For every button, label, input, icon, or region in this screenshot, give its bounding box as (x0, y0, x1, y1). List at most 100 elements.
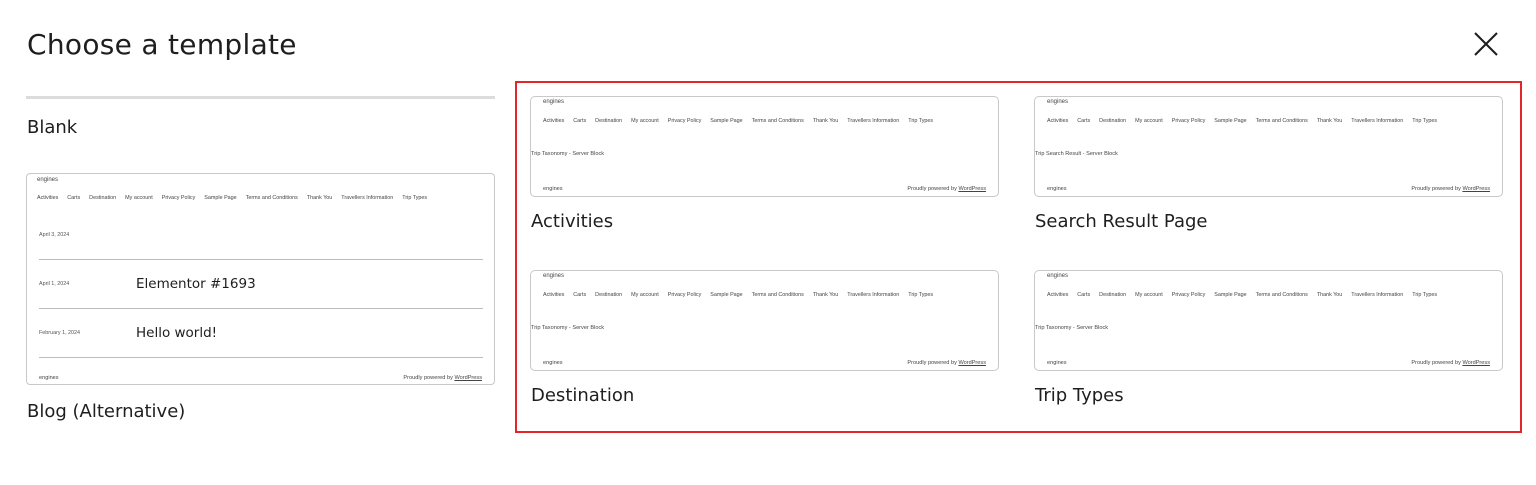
preview-divider (39, 308, 483, 309)
preview-footer-credit: Proudly powered by WordPress (1411, 360, 1490, 366)
preview-nav-item: Travellers Information (1351, 292, 1404, 298)
blank-preview[interactable] (26, 96, 495, 99)
preview-nav-item: Thank You (812, 118, 839, 124)
preview-nav-item: Travellers Information (1351, 118, 1404, 124)
preview-nav-item: Sample Page (710, 118, 743, 124)
preview-footer-powered: Proudly powered by (1411, 360, 1461, 366)
preview-nav-item: Trip Types (1412, 118, 1438, 124)
preview-nav-item: Destination (89, 195, 117, 201)
preview-divider (39, 357, 483, 358)
preview-nav-item: Trip Types (1412, 292, 1438, 298)
template-preview-search-result-page[interactable]: engines Activities Carts Destination My … (1034, 96, 1503, 197)
template-label-activities: Activities (531, 211, 614, 232)
preview-nav-item: Privacy Policy (161, 195, 196, 201)
close-icon (1474, 32, 1498, 56)
template-preview-destination[interactable]: engines Activities Carts Destination My … (530, 270, 999, 371)
preview-nav-item: Activities (37, 195, 59, 201)
preview-nav-item: Terms and Conditions (751, 292, 804, 298)
preview-nav-item: Thank You (1316, 118, 1343, 124)
preview-body-text: Trip Taxonomy - Server Block (531, 151, 605, 157)
preview-nav-item: Terms and Conditions (1255, 292, 1308, 298)
preview-nav-item: Privacy Policy (1171, 292, 1206, 298)
template-preview-trip-types[interactable]: engines Activities Carts Destination My … (1034, 270, 1503, 371)
preview-footer-powered: Proudly powered by (907, 186, 957, 192)
preview-nav-item: Sample Page (204, 195, 237, 201)
preview-nav-item: Trip Types (908, 292, 934, 298)
preview-nav-item: Activities (543, 118, 565, 124)
template-label-trip-types: Trip Types (1035, 385, 1124, 406)
modal-title: Choose a template (27, 28, 297, 61)
preview-body-text: Trip Taxonomy - Server Block (1035, 325, 1109, 331)
preview-nav-item: Privacy Policy (667, 118, 702, 124)
template-label-search-result-page: Search Result Page (1035, 211, 1208, 232)
preview-nav-item: Privacy Policy (1171, 118, 1206, 124)
preview-nav-item: Carts (573, 292, 587, 298)
preview-nav: Activities Carts Destination My account … (37, 195, 427, 201)
preview-site-title: engines (1047, 99, 1069, 105)
preview-nav: Activities Carts Destination My account … (543, 292, 933, 298)
preview-footer-link: WordPress (958, 186, 986, 192)
preview-footer-credit: Proudly powered by WordPress (1411, 186, 1490, 192)
preview-nav: Activities Carts Destination My account … (1047, 292, 1437, 298)
preview-post-date: April 3, 2024 (39, 232, 70, 238)
preview-nav-item: Activities (1047, 118, 1069, 124)
preview-nav-item: Privacy Policy (667, 292, 702, 298)
preview-nav-item: Carts (67, 195, 81, 201)
preview-footer-site: engines (543, 186, 563, 192)
preview-nav-item: My account (1135, 292, 1163, 298)
preview-footer-powered: Proudly powered by (403, 375, 453, 381)
preview-post-title: Elementor #1693 (136, 276, 256, 292)
preview-nav-item: My account (631, 292, 659, 298)
preview-nav-item: Terms and Conditions (1255, 118, 1308, 124)
preview-nav-item: Sample Page (1214, 118, 1247, 124)
close-button[interactable] (1470, 28, 1502, 60)
preview-nav-item: Activities (543, 292, 565, 298)
preview-nav-item: Sample Page (1214, 292, 1247, 298)
preview-nav-item: My account (1135, 118, 1163, 124)
preview-nav-item: Terms and Conditions (245, 195, 298, 201)
preview-nav-item: Travellers Information (847, 292, 900, 298)
preview-nav-item: My account (125, 195, 153, 201)
template-label-blog: Blog (Alternative) (27, 401, 186, 422)
preview-body-text: Trip Taxonomy - Server Block (531, 325, 605, 331)
template-blank[interactable]: Blank (26, 96, 495, 138)
preview-nav-item: Destination (1099, 118, 1127, 124)
template-preview-blog[interactable]: engines Activities Carts Destination My … (26, 173, 495, 385)
preview-footer-link: WordPress (454, 375, 482, 381)
preview-nav-item: Activities (1047, 292, 1069, 298)
preview-nav: Activities Carts Destination My account … (543, 118, 933, 124)
preview-footer-powered: Proudly powered by (1411, 186, 1461, 192)
preview-nav-item: Thank You (812, 292, 839, 298)
preview-nav-item: Thank You (306, 195, 333, 201)
preview-footer-credit: Proudly powered by WordPress (907, 186, 986, 192)
preview-footer-site: engines (1047, 360, 1067, 366)
preview-post-title: Hello world! (136, 325, 218, 341)
template-preview-activities[interactable]: engines Activities Carts Destination My … (530, 96, 999, 197)
preview-divider (39, 259, 483, 260)
preview-body-text: Trip Search Result - Server Block (1035, 151, 1118, 157)
preview-footer-site: engines (543, 360, 563, 366)
preview-nav-item: Trip Types (908, 118, 934, 124)
preview-site-title: engines (37, 177, 59, 183)
preview-footer-credit: Proudly powered by WordPress (403, 375, 482, 381)
preview-nav-item: Trip Types (402, 195, 428, 201)
preview-footer-link: WordPress (1462, 360, 1490, 366)
preview-nav-item: Destination (595, 292, 623, 298)
preview-footer-powered: Proudly powered by (907, 360, 957, 366)
preview-site-title: engines (543, 99, 565, 105)
preview-site-title: engines (1047, 273, 1069, 279)
preview-nav-item: Destination (595, 118, 623, 124)
preview-nav-item: Carts (1077, 292, 1091, 298)
preview-nav-item: Destination (1099, 292, 1127, 298)
preview-nav-item: Travellers Information (341, 195, 394, 201)
preview-post-date: February 1, 2024 (39, 330, 81, 336)
preview-footer-credit: Proudly powered by WordPress (907, 360, 986, 366)
preview-nav-item: Carts (573, 118, 587, 124)
preview-nav-item: Travellers Information (847, 118, 900, 124)
preview-footer-site: engines (39, 375, 59, 381)
preview-site-title: engines (543, 273, 565, 279)
preview-footer-site: engines (1047, 186, 1067, 192)
preview-post-date: April 1, 2024 (39, 281, 70, 287)
preview-footer-link: WordPress (1462, 186, 1490, 192)
template-label-destination: Destination (531, 385, 635, 406)
